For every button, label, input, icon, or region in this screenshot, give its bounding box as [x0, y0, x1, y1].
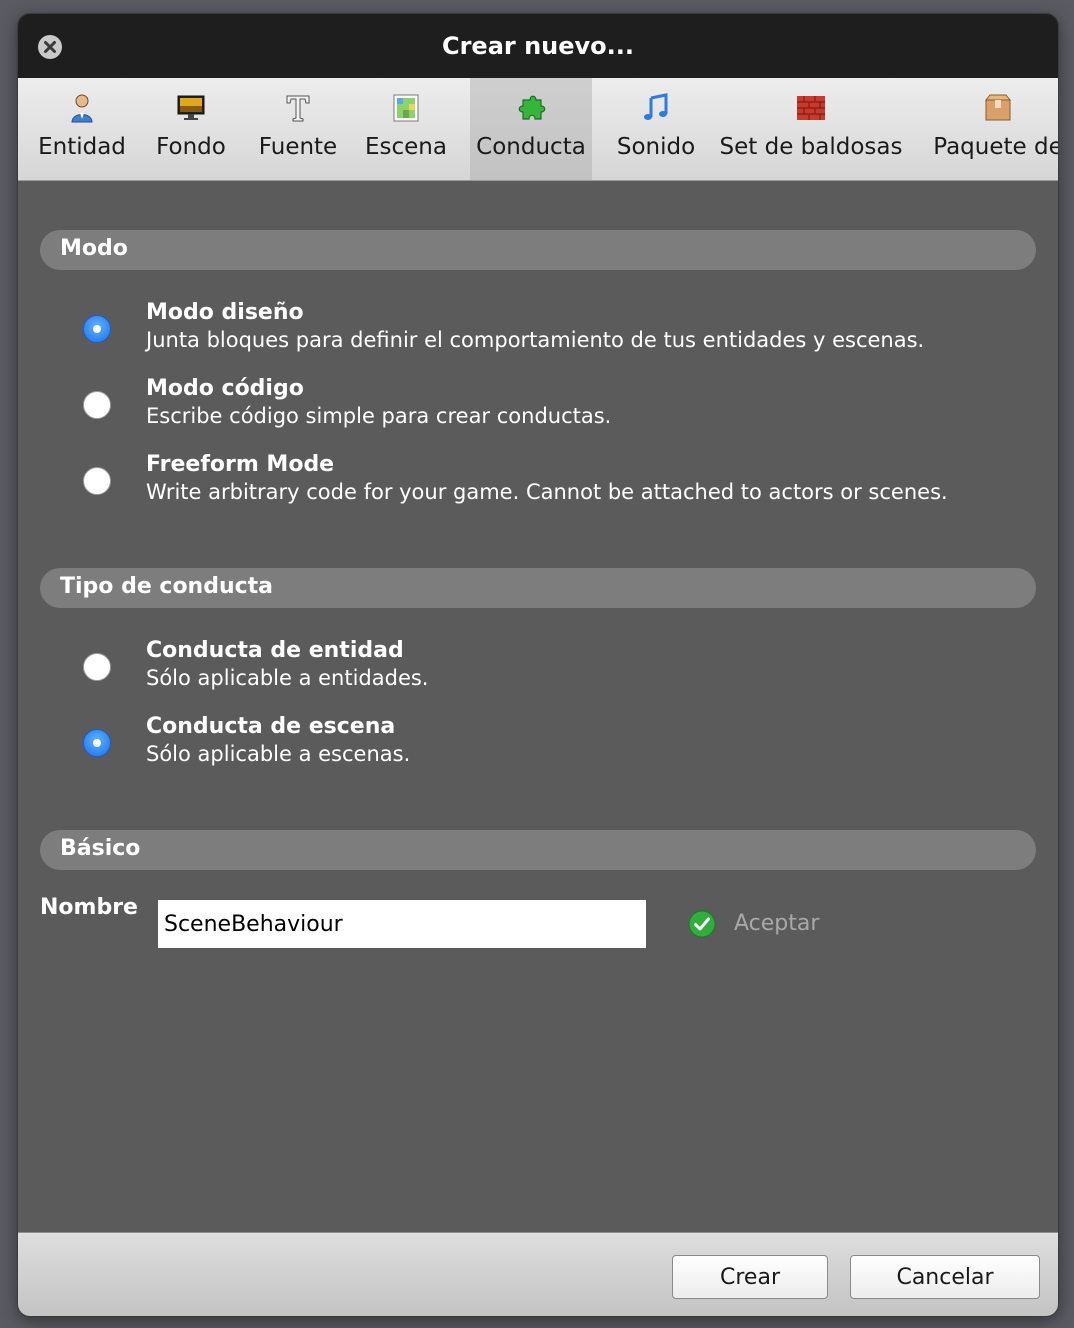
tab-label: Set de baldosas — [719, 134, 903, 160]
radio-conducta-de-entidad[interactable] — [83, 653, 111, 681]
tab-entidad[interactable]: Entidad — [23, 78, 141, 180]
radio-modo-diseno[interactable] — [83, 315, 111, 343]
tab-escena[interactable]: Escena — [356, 78, 456, 180]
tileset-icon — [797, 96, 825, 120]
tab-conducta[interactable]: Conducta — [470, 78, 592, 180]
create-new-dialog: Crear nuevo... Entidad Fondo Fuente Esce… — [18, 14, 1058, 1316]
tab-label: Sonido — [616, 134, 696, 160]
tab-label: Fuente — [258, 134, 338, 160]
dialog-footer: Crear Cancelar — [18, 1232, 1058, 1316]
section-title: Básico — [60, 836, 141, 861]
title-bar: Crear nuevo... — [18, 14, 1058, 78]
tab-sonido[interactable]: Sonido — [606, 78, 706, 180]
option-title: Modo diseño — [146, 300, 304, 325]
option-title: Conducta de escena — [146, 714, 396, 739]
option-description: Sólo aplicable a escenas. — [146, 742, 411, 766]
tab-fuente[interactable]: Fuente — [248, 78, 348, 180]
section-header-basico: Básico — [40, 830, 1036, 870]
option-description: Escribe código simple para crear conduct… — [146, 404, 612, 428]
scene-icon — [393, 94, 419, 122]
check-icon — [688, 910, 716, 938]
tab-label: Conducta — [476, 134, 586, 160]
name-label: Nombre — [40, 895, 138, 920]
resource-type-toolbar: Entidad Fondo Fuente Escena Conducta Son… — [18, 78, 1058, 181]
option-conducta-de-escena[interactable]: Conducta de escena Sólo aplicable a esce… — [80, 714, 1030, 784]
option-title: Freeform Mode — [146, 452, 335, 477]
cancel-button[interactable]: Cancelar — [850, 1255, 1040, 1299]
tab-label: Fondo — [156, 134, 226, 160]
font-icon — [286, 95, 310, 122]
section-header-modo: Modo — [40, 230, 1036, 270]
option-title: Modo código — [146, 376, 304, 401]
tab-paquete[interactable]: Paquete de — [928, 78, 1058, 180]
section-header-tipo-de-conducta: Tipo de conducta — [40, 568, 1036, 608]
section-title: Tipo de conducta — [60, 574, 274, 599]
sound-icon — [644, 93, 668, 120]
package-icon — [984, 94, 1012, 121]
option-modo-codigo[interactable]: Modo código Escribe código simple para c… — [80, 376, 1030, 446]
option-description: Write arbitrary code for your game. Cann… — [146, 480, 948, 504]
window-title: Crear nuevo... — [441, 32, 635, 60]
option-modo-diseno[interactable]: Modo diseño Junta bloques para definir e… — [80, 300, 1030, 370]
name-input[interactable] — [158, 900, 646, 948]
option-title: Conducta de entidad — [146, 638, 404, 663]
radio-modo-codigo[interactable] — [83, 391, 111, 419]
create-button[interactable]: Crear — [672, 1255, 828, 1299]
dialog-content: Modo Modo diseño Junta bloques para defi… — [18, 181, 1058, 1231]
behavior-icon — [518, 95, 546, 120]
option-description: Junta bloques para definir el comportami… — [146, 328, 925, 352]
option-freeform-mode[interactable]: Freeform Mode Write arbitrary code for y… — [80, 452, 1030, 522]
tab-set-de-baldosas[interactable]: Set de baldosas — [718, 78, 904, 180]
tab-label: Escena — [365, 134, 447, 160]
accept-label: Aceptar — [734, 911, 820, 936]
tab-label: Entidad — [38, 134, 126, 160]
option-conducta-de-entidad[interactable]: Conducta de entidad Sólo aplicable a ent… — [80, 638, 1030, 708]
tab-fondo[interactable]: Fondo — [141, 78, 241, 180]
radio-conducta-de-escena[interactable] — [83, 729, 111, 757]
section-title: Modo — [60, 236, 128, 261]
background-icon — [177, 95, 205, 120]
tab-label: Paquete de — [933, 134, 1058, 160]
radio-freeform-mode[interactable] — [83, 467, 111, 495]
actor-icon — [71, 94, 93, 123]
option-description: Sólo aplicable a entidades. — [146, 666, 429, 690]
